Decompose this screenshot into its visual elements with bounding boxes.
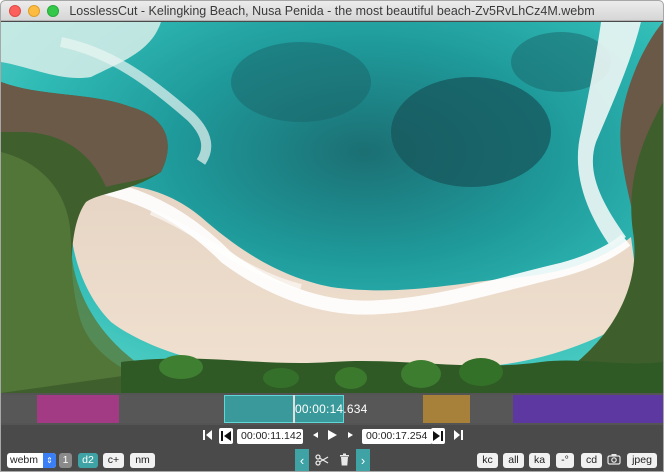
play-icon[interactable] (327, 429, 338, 445)
d2-button[interactable]: d2 (78, 453, 98, 468)
jump-to-end-icon[interactable] (453, 429, 463, 445)
trash-icon[interactable] (339, 453, 350, 469)
scissors-icon[interactable] (315, 453, 329, 470)
cut-segment-4[interactable] (513, 395, 663, 423)
minimize-window-button[interactable] (28, 5, 40, 17)
step-forward-icon[interactable] (347, 429, 354, 445)
rotation-button[interactable]: -° (556, 453, 574, 468)
cut-end-time-input[interactable]: 00:00:17.254 (362, 429, 432, 444)
segment-number-badge[interactable]: 1 (59, 453, 72, 468)
cut-segment-1[interactable] (37, 395, 119, 423)
set-cut-end-icon[interactable] (431, 428, 445, 444)
nm-button[interactable]: nm (130, 453, 155, 468)
set-cut-start-icon[interactable] (219, 428, 233, 444)
previous-segment-icon[interactable]: ‹ (295, 449, 309, 471)
chevron-updown-icon: ⇕ (43, 453, 56, 468)
output-format-select[interactable]: webm ⇕ (7, 453, 56, 468)
transport-controls: 00:00:11.142 00:00:17.254 (1, 425, 663, 449)
window-controls (9, 5, 59, 17)
cut-start-time-input[interactable]: 00:00:11.142 (237, 429, 303, 444)
window-title: LosslessCut - Kelingking Beach, Nusa Pen… (69, 3, 595, 18)
step-back-icon[interactable] (312, 429, 319, 445)
c-plus-button[interactable]: c+ (103, 453, 124, 468)
zoom-window-button[interactable] (47, 5, 59, 17)
ka-button[interactable]: ka (529, 453, 550, 468)
video-frame-image (1, 22, 663, 393)
timeline[interactable]: 00:00:14.634 (1, 393, 663, 425)
all-button[interactable]: all (503, 453, 524, 468)
kc-button[interactable]: kc (477, 453, 498, 468)
app-window: LosslessCut - Kelingking Beach, Nusa Pen… (0, 0, 664, 472)
current-time-label: 00:00:14.634 (295, 402, 368, 416)
close-window-button[interactable] (9, 5, 21, 17)
camera-icon[interactable] (607, 453, 621, 468)
output-format-value: webm (10, 454, 39, 466)
title-bar: LosslessCut - Kelingking Beach, Nusa Pen… (1, 1, 663, 21)
jump-to-start-icon[interactable] (203, 429, 213, 445)
bottom-toolbar: webm ⇕ 1 d2 c+ nm ‹ › kc all ka -° cd jp… (1, 449, 663, 471)
jpeg-button[interactable]: jpeg (627, 453, 657, 468)
video-player[interactable] (1, 22, 663, 393)
cut-segment-3[interactable] (423, 395, 470, 423)
next-segment-icon[interactable]: › (356, 449, 370, 471)
cd-button[interactable]: cd (581, 453, 602, 468)
